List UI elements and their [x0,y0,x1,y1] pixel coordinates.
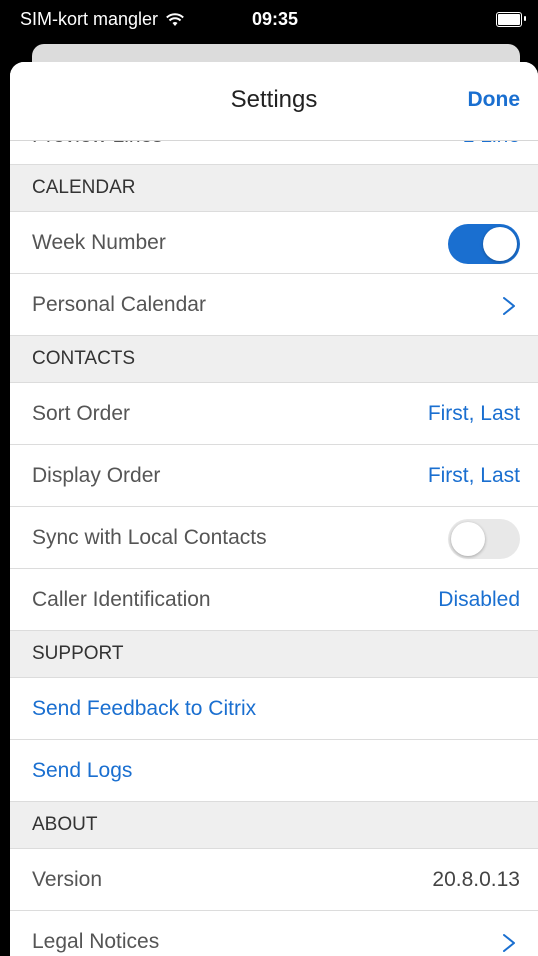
version-value: 20.8.0.13 [432,868,520,891]
battery-nub [524,16,526,21]
caller-identification-value: Disabled [438,588,520,611]
section-header-about: ABOUT [10,802,538,849]
chevron-right-icon [503,934,515,952]
legal-notices-label: Legal Notices [32,930,160,953]
caller-identification-row[interactable]: Caller Identification Disabled [10,569,538,631]
section-title: CALENDAR [32,177,136,198]
sync-local-contacts-row: Sync with Local Contacts [10,507,538,569]
sync-local-contacts-label: Sync with Local Contacts [32,526,267,549]
send-feedback-row[interactable]: Send Feedback to Citrix [10,678,538,740]
personal-calendar-label: Personal Calendar [32,293,206,316]
caller-identification-label: Caller Identification [32,588,211,611]
navigation-bar: Settings Done [10,62,538,141]
sort-order-value: First, Last [427,402,520,425]
week-number-row: Week Number [10,212,538,274]
settings-sheet: Settings Done Preview Lines 1 Line CALEN… [10,62,538,956]
settings-list: Preview Lines 1 Line CALENDAR Week Numbe… [10,140,538,956]
section-title: ABOUT [32,814,98,835]
section-title: CONTACTS [32,348,136,369]
section-header-calendar: CALENDAR [10,165,538,212]
display-order-row[interactable]: Display Order First, Last [10,445,538,507]
toggle-knob [451,522,485,556]
section-header-support: SUPPORT [10,631,538,678]
chevron-right-icon [503,297,515,315]
version-row: Version 20.8.0.13 [10,849,538,911]
status-bar: SIM-kort mangler 09:35 [0,0,538,40]
status-left: SIM-kort mangler [20,9,184,30]
preview-lines-label: Preview Lines [32,140,163,148]
sort-order-label: Sort Order [32,402,131,425]
status-time: 09:35 [252,9,299,29]
preview-lines-value: 1 Line [463,140,520,148]
section-header-contacts: CONTACTS [10,336,538,383]
display-order-value: First, Last [427,464,520,487]
toggle-knob [483,227,517,261]
personal-calendar-row[interactable]: Personal Calendar [10,274,538,336]
carrier-text: SIM-kort mangler [20,9,159,29]
page-title: Settings [230,86,318,113]
legal-notices-row[interactable]: Legal Notices [10,911,538,956]
week-number-label: Week Number [32,231,166,254]
section-title: SUPPORT [32,643,124,664]
wifi-icon [166,12,184,26]
preview-lines-row[interactable]: Preview Lines 1 Line [10,140,538,165]
send-logs-link[interactable]: Send Logs [32,759,132,783]
sort-order-row[interactable]: Sort Order First, Last [10,383,538,445]
battery-icon [496,12,522,27]
sync-local-contacts-toggle[interactable] [448,519,520,559]
week-number-toggle[interactable] [448,224,520,264]
display-order-label: Display Order [32,464,161,487]
version-label: Version [32,868,103,891]
send-logs-row[interactable]: Send Logs [10,740,538,802]
send-feedback-link[interactable]: Send Feedback to Citrix [32,697,256,721]
done-button[interactable]: Done [468,88,521,112]
